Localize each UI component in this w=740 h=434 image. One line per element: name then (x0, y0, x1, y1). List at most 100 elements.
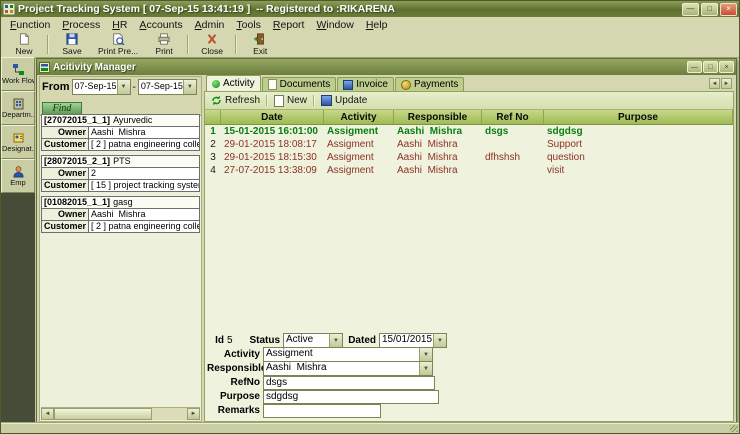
toolbar-new-button[interactable]: New (4, 32, 44, 57)
column-header-refno[interactable]: Ref No (482, 110, 544, 124)
customer-value: [ 2 ] patna engineering college (88, 221, 199, 232)
menu-report[interactable]: Report (267, 19, 311, 31)
purpose-input[interactable]: sdgdsg (263, 390, 439, 404)
tab-scroll-left-icon[interactable]: ◄ (709, 78, 720, 89)
date-from-value: 07-Sep-15 (73, 80, 117, 94)
menu-window[interactable]: Window (310, 19, 359, 31)
chevron-down-icon[interactable]: ▼ (433, 334, 446, 347)
remarks-input[interactable] (263, 404, 381, 418)
sidebar-item-employees[interactable]: Emp (1, 159, 35, 193)
scroll-left-arrow-icon[interactable]: ◄ (41, 408, 54, 420)
chevron-down-icon[interactable]: ▼ (419, 362, 432, 375)
activity-manager-window: Acitivity Manager — □ × From 07-Sep-15 ▼… (36, 58, 737, 425)
update-button[interactable]: Update (317, 93, 371, 108)
cell-refno: dsgs (482, 125, 544, 138)
tab-documents[interactable]: Documents (262, 77, 337, 91)
record-item[interactable]: [28072015_2_1]PTS Owner 2 Customer [ 15 … (41, 155, 200, 192)
tab-activity[interactable]: Activity (206, 75, 261, 91)
toolbar-exit-button[interactable]: Exit (240, 32, 280, 57)
grid-row[interactable]: 3 29-01-2015 18:15:30 Assigment Aashi Mi… (205, 151, 733, 164)
record-id: [27072015_1_1] (44, 115, 110, 125)
form-row-responsible: Responsible Aashi Mishra ▼ (207, 362, 731, 375)
grid-row[interactable]: 4 27-07-2015 13:38:09 Assigment Aashi Mi… (205, 164, 733, 177)
menu-process[interactable]: Process (56, 19, 106, 31)
column-header-activity[interactable]: Activity (324, 110, 394, 124)
refresh-button[interactable]: Refresh (207, 93, 264, 108)
department-icon (12, 97, 25, 110)
date-to-picker[interactable]: 07-Sep-15 ▼ (138, 79, 197, 95)
maximize-button[interactable]: □ (701, 3, 718, 16)
menu-admin[interactable]: Admin (189, 19, 231, 31)
workflow-icon (12, 63, 25, 76)
employee-icon (12, 165, 25, 178)
close-window-icon (204, 33, 220, 45)
customer-label: Customer (42, 180, 88, 191)
menu-function[interactable]: Function (4, 19, 56, 31)
dated-picker[interactable]: 15/01/2015 ▼ (379, 333, 447, 348)
new-record-button[interactable]: New (270, 93, 311, 108)
cell-refno: dfhshsh (482, 151, 544, 164)
column-header-purpose[interactable]: Purpose (544, 110, 733, 124)
date-to-value: 07-Sep-15 (139, 80, 183, 94)
child-minimize-button[interactable]: — (687, 61, 702, 73)
sidebar-item-departments[interactable]: Departm... (1, 91, 35, 125)
id-label: Id (207, 335, 227, 346)
detail-form: Id 5 Status Active ▼ Dated 15/01/2015 ▼ (207, 334, 731, 418)
toolbar-print-preview-button[interactable]: Print Pre... (92, 32, 144, 57)
close-button[interactable]: × (720, 3, 737, 16)
sidebar-item-designations[interactable]: Designat... (1, 125, 35, 159)
form-row-activity: Activity Assigment ▼ (207, 348, 731, 361)
minimize-button[interactable]: — (682, 3, 699, 16)
scrollbar-track[interactable] (152, 408, 187, 420)
tab-invoice[interactable]: Invoice (337, 77, 394, 91)
record-header: [27072015_1_1]Ayurvedic (42, 115, 199, 127)
record-item[interactable]: [27072015_1_1]Ayurvedic Owner Aashi Mish… (41, 114, 200, 151)
activity-select[interactable]: Assigment ▼ (263, 347, 433, 362)
activity-grid: Date Activity Responsible Ref No Purpose… (205, 110, 733, 177)
scrollbar-thumb[interactable] (54, 408, 152, 420)
update-label: Update (335, 95, 367, 106)
chevron-down-icon[interactable]: ▼ (183, 80, 196, 94)
sidebar-item-workflow[interactable]: Work Flow (1, 57, 35, 91)
column-header-date[interactable]: Date (221, 110, 324, 124)
child-maximize-button[interactable]: □ (703, 61, 718, 73)
date-from-picker[interactable]: 07-Sep-15 ▼ (72, 79, 131, 95)
sidebar-item-label: Work Flow (2, 76, 34, 85)
child-title-bar[interactable]: Acitivity Manager — □ × (37, 59, 736, 75)
tab-payments[interactable]: Payments (395, 77, 464, 91)
activity-label: Activity (207, 349, 263, 360)
tab-activity-label: Activity (223, 78, 255, 89)
status-select[interactable]: Active ▼ (283, 333, 343, 348)
tab-documents-label: Documents (280, 79, 331, 90)
menu-hr[interactable]: HR (106, 19, 133, 31)
menu-accounts[interactable]: Accounts (133, 19, 188, 31)
grid-row-selected[interactable]: 1 15-01-2015 16:01:00 Assigment Aashi Mi… (205, 125, 733, 138)
grid-row[interactable]: 2 29-01-2015 18:08:17 Assigment Aashi Mi… (205, 138, 733, 151)
purpose-label: Purpose (207, 391, 263, 402)
toolbar-print-preview-label: Print Pre... (98, 46, 138, 56)
child-close-button[interactable]: × (719, 61, 734, 73)
grid-toolbar-separator (313, 95, 315, 106)
resize-grip[interactable] (730, 425, 738, 432)
chevron-down-icon[interactable]: ▼ (329, 334, 342, 347)
record-customer-row: Customer [ 2 ] patna engineering college (42, 221, 199, 232)
toolbar-close-button[interactable]: Close (192, 32, 232, 57)
tab-scroll-right-icon[interactable]: ► (721, 78, 732, 89)
refno-input[interactable]: dsgs (263, 376, 435, 390)
chevron-down-icon[interactable]: ▼ (419, 348, 432, 361)
toolbar-save-button[interactable]: Save (52, 32, 92, 57)
column-header-selector[interactable] (205, 110, 221, 124)
column-header-responsible[interactable]: Responsible (394, 110, 482, 124)
sidebar-item-label: Designat... (2, 144, 34, 153)
toolbar-print-button[interactable]: Print (144, 32, 184, 57)
results-list: [27072015_1_1]Ayurvedic Owner Aashi Mish… (41, 114, 200, 407)
owner-label: Owner (42, 209, 88, 220)
menu-tools[interactable]: Tools (230, 19, 267, 31)
refresh-icon (211, 95, 222, 106)
chevron-down-icon[interactable]: ▼ (117, 80, 130, 94)
horizontal-scrollbar[interactable]: ◄ ► (41, 407, 200, 420)
record-item[interactable]: [01082015_1_1]gasg Owner Aashi Mishra Cu… (41, 196, 200, 233)
menu-help[interactable]: Help (360, 19, 394, 31)
scroll-right-arrow-icon[interactable]: ► (187, 408, 200, 420)
responsible-select[interactable]: Aashi Mishra ▼ (263, 361, 433, 376)
